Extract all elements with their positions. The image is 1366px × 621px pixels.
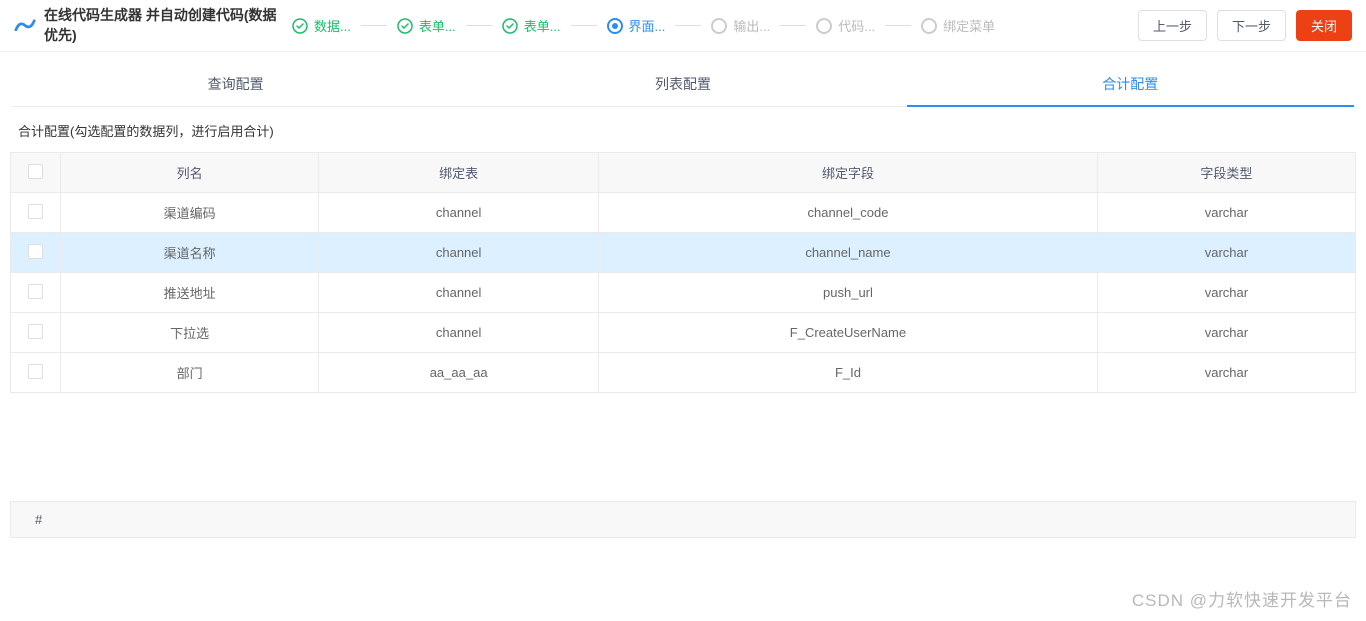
table-row[interactable]: 渠道编码channelchannel_codevarchar (11, 193, 1356, 233)
watermark-text: CSDN @力软快速开发平台 (1132, 586, 1352, 611)
col-type: varchar (1097, 313, 1355, 353)
column-header: 字段类型 (1097, 153, 1355, 193)
footer-bar: # (10, 501, 1356, 538)
col-field: channel_name (599, 233, 1098, 273)
col-table: aa_aa_aa (319, 353, 599, 393)
row-checkbox[interactable] (28, 284, 43, 299)
column-header: 绑定字段 (599, 153, 1098, 193)
col-name: 渠道名称 (61, 233, 319, 273)
header-actions: 上一步 下一步 关闭 (1138, 10, 1352, 41)
wizard-step[interactable]: 表单... (397, 16, 456, 35)
step-label: 代码... (838, 16, 875, 35)
check-circle-icon (502, 18, 518, 34)
section-title: 合计配置(勾选配置的数据列，进行启用合计) (10, 107, 1356, 152)
config-table: 列名绑定表绑定字段字段类型 渠道编码channelchannel_codevar… (10, 152, 1356, 393)
col-field: push_url (599, 273, 1098, 313)
col-name: 渠道编码 (61, 193, 319, 233)
row-checkbox-cell (11, 353, 61, 393)
app-logo-icon (14, 19, 36, 33)
step-label: 表单... (524, 16, 561, 35)
step-separator (361, 25, 387, 26)
col-type: varchar (1097, 273, 1355, 313)
wizard-step[interactable]: 输出... (711, 16, 770, 35)
wizard-step[interactable]: 界面... (607, 16, 666, 35)
circle-icon (607, 18, 623, 34)
step-separator (885, 25, 911, 26)
column-header: 绑定表 (319, 153, 599, 193)
col-type: varchar (1097, 233, 1355, 273)
col-field: F_CreateUserName (599, 313, 1098, 353)
select-all-checkbox[interactable] (28, 164, 43, 179)
step-separator (571, 25, 597, 26)
col-name: 推送地址 (61, 273, 319, 313)
table-row[interactable]: 部门aa_aa_aaF_Idvarchar (11, 353, 1356, 393)
row-checkbox-cell (11, 193, 61, 233)
table-row[interactable]: 渠道名称channelchannel_namevarchar (11, 233, 1356, 273)
col-type: varchar (1097, 353, 1355, 393)
check-circle-icon (292, 18, 308, 34)
col-table: channel (319, 273, 599, 313)
wizard-steps: 数据... 表单... 表单... 界面... 输出... 代码... 绑定菜单 (284, 16, 1128, 35)
col-table: channel (319, 233, 599, 273)
wizard-step[interactable]: 绑定菜单 (921, 16, 995, 35)
step-label: 绑定菜单 (943, 16, 995, 35)
table-row[interactable]: 下拉选channelF_CreateUserNamevarchar (11, 313, 1356, 353)
page-header: 在线代码生成器 并自动创建代码(数据优先) 数据... 表单... 表单... 界面.… (0, 0, 1366, 52)
col-name: 下拉选 (61, 313, 319, 353)
circle-icon (921, 18, 937, 34)
table-row[interactable]: 推送地址channelpush_urlvarchar (11, 273, 1356, 313)
col-type: varchar (1097, 193, 1355, 233)
prev-button[interactable]: 上一步 (1138, 10, 1207, 41)
row-checkbox[interactable] (28, 324, 43, 339)
wizard-step[interactable]: 表单... (502, 16, 561, 35)
check-circle-icon (397, 18, 413, 34)
col-name: 部门 (61, 353, 319, 393)
close-button[interactable]: 关闭 (1296, 10, 1352, 41)
column-header: 列名 (61, 153, 319, 193)
col-table: channel (319, 313, 599, 353)
tab-item[interactable]: 查询配置 (12, 62, 459, 106)
tab-active[interactable]: 合计配置 (907, 62, 1354, 106)
step-separator (466, 25, 492, 26)
next-button[interactable]: 下一步 (1217, 10, 1286, 41)
content-area: 查询配置列表配置合计配置 合计配置(勾选配置的数据列，进行启用合计) 列名绑定表… (0, 52, 1366, 548)
col-table: channel (319, 193, 599, 233)
row-checkbox-cell (11, 273, 61, 313)
step-label: 输出... (733, 16, 770, 35)
col-field: F_Id (599, 353, 1098, 393)
circle-icon (816, 18, 832, 34)
wizard-step[interactable]: 数据... (292, 16, 351, 35)
row-checkbox[interactable] (28, 364, 43, 379)
row-checkbox-cell (11, 233, 61, 273)
step-separator (780, 25, 806, 26)
tab-item[interactable]: 列表配置 (459, 62, 906, 106)
step-separator (675, 25, 701, 26)
step-label: 表单... (419, 16, 456, 35)
step-label: 界面... (629, 16, 666, 35)
step-label: 数据... (314, 16, 351, 35)
config-tabs: 查询配置列表配置合计配置 (12, 62, 1354, 107)
col-field: channel_code (599, 193, 1098, 233)
circle-icon (711, 18, 727, 34)
header-checkbox-cell (11, 153, 61, 193)
row-checkbox-cell (11, 313, 61, 353)
page-title: 在线代码生成器 并自动创建代码(数据优先) (44, 6, 284, 45)
wizard-step[interactable]: 代码... (816, 16, 875, 35)
row-checkbox[interactable] (28, 244, 43, 259)
row-checkbox[interactable] (28, 204, 43, 219)
